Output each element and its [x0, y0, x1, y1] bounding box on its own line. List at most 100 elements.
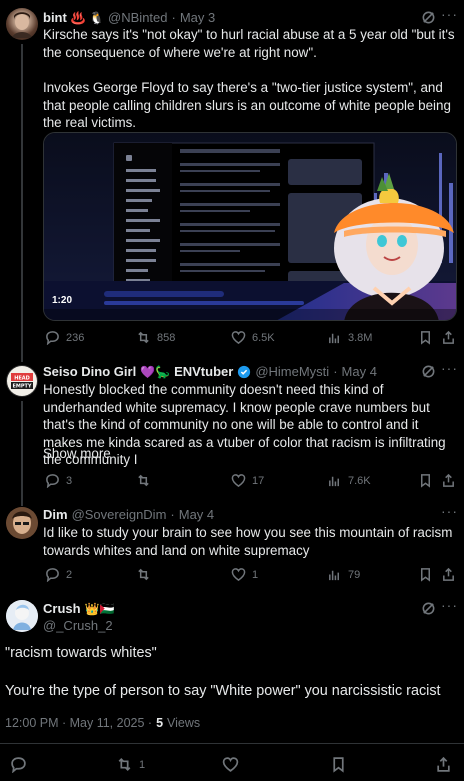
- tweet-date[interactable]: May 3: [180, 10, 215, 25]
- more-options-icon[interactable]: ···: [441, 597, 458, 613]
- reply-count: 236: [66, 331, 85, 344]
- tweet-actions: 1: [10, 756, 460, 774]
- show-more-link[interactable]: Show more: [43, 445, 111, 463]
- reply-icon: [11, 757, 26, 773]
- repost-count: 858: [157, 331, 176, 344]
- author-name-emoji: 💜🦕: [140, 364, 171, 379]
- thread-line: [21, 401, 23, 492]
- repost-button[interactable]: [136, 473, 157, 488]
- tweet-text: Kirsche says it's "not okay" to hurl rac…: [43, 27, 455, 60]
- tweet-date[interactable]: May 4: [179, 507, 214, 522]
- svg-text:EMPTY: EMPTY: [12, 384, 31, 390]
- author-name[interactable]: Crush: [43, 601, 81, 616]
- share-button[interactable]: [441, 567, 456, 582]
- tweet-timestamp[interactable]: 12:00 PM · May 11, 2025 ·: [5, 716, 152, 730]
- separator: ·: [170, 507, 175, 522]
- more-options-icon[interactable]: ···: [441, 360, 458, 376]
- tweet-header: bint ♨️ 🐧 @NBinted · May 3: [43, 10, 215, 25]
- avatar-seiso-image: HEAD EMPTY: [7, 366, 37, 396]
- views-button[interactable]: 79: [327, 567, 360, 582]
- tweet-date[interactable]: May 4: [342, 364, 377, 379]
- avatar-dim[interactable]: [6, 507, 38, 539]
- views-icon: [329, 570, 339, 581]
- verified-badge-icon: [237, 365, 251, 379]
- reply-count: 2: [66, 568, 73, 581]
- author-handle[interactable]: @_Crush_2: [43, 618, 113, 633]
- bookmark-button[interactable]: [418, 330, 433, 345]
- views-count: 7.6K: [348, 474, 371, 487]
- tweet-text-2: You're the type of person to say "White …: [5, 683, 441, 699]
- grok-icon[interactable]: [421, 364, 436, 379]
- more-options-icon[interactable]: ···: [441, 6, 458, 22]
- thread-line: [21, 44, 23, 352]
- reply-icon: [46, 474, 59, 488]
- author-name[interactable]: bint: [43, 10, 67, 25]
- author-emoji: ♨️ 🐧: [70, 10, 105, 25]
- repost-icon: [138, 474, 149, 487]
- repost-button[interactable]: [136, 567, 157, 582]
- tweet-actions: 3 17 7.6K: [43, 473, 459, 491]
- tweet-meta: 12:00 PM · May 11, 2025 · 5 Views: [5, 716, 200, 730]
- like-button[interactable]: 1: [231, 567, 258, 582]
- avatar-crush[interactable]: [6, 600, 38, 632]
- author-handle[interactable]: @NBinted: [108, 10, 167, 25]
- video-player[interactable]: 1:20: [43, 132, 457, 321]
- heart-icon: [231, 568, 246, 582]
- bookmark-button[interactable]: [330, 756, 347, 773]
- author-name-suffix[interactable]: ENVtuber: [174, 364, 233, 379]
- repost-icon: [138, 568, 149, 581]
- share-icon: [443, 330, 454, 344]
- reply-button[interactable]: [10, 756, 27, 773]
- author-name[interactable]: Dim: [43, 507, 68, 522]
- like-count: 6.5K: [252, 331, 275, 344]
- tweet-text: Id like to study your brain to see how y…: [43, 525, 453, 558]
- reply-button[interactable]: 2: [45, 567, 72, 582]
- svg-text:HEAD: HEAD: [14, 376, 30, 382]
- heart-icon: [222, 757, 239, 772]
- bookmark-icon: [421, 568, 430, 582]
- views-button[interactable]: 7.6K: [327, 473, 371, 488]
- tweet-text: "racism towards whites": [5, 645, 157, 661]
- more-options-icon[interactable]: ···: [441, 503, 458, 519]
- repost-button[interactable]: 1: [116, 756, 145, 773]
- tweet-text-2: Invokes George Floyd to say there's a "t…: [43, 80, 451, 131]
- grok-icon[interactable]: [421, 10, 436, 25]
- repost-count: 1: [139, 758, 146, 771]
- tweet-seiso-dino-girl[interactable]: HEAD EMPTY Seiso Dino Girl 💜🦕 ENVtuber @…: [0, 352, 464, 492]
- grok-icon[interactable]: [421, 601, 436, 616]
- avatar-bint[interactable]: [6, 8, 38, 40]
- bookmark-icon: [421, 474, 430, 488]
- reply-button[interactable]: 236: [45, 330, 84, 345]
- share-button[interactable]: [441, 330, 456, 345]
- share-icon: [437, 756, 450, 772]
- bookmark-icon: [333, 757, 344, 773]
- tweet-crush-focused: Crush 👑🇵🇸 @_Crush_2 ··· "racism towards …: [0, 588, 464, 781]
- views-button[interactable]: 3.8M: [327, 330, 372, 345]
- views-label: Views: [167, 716, 201, 730]
- bookmark-button[interactable]: [418, 473, 433, 488]
- avatar-bint-image: [12, 12, 32, 38]
- author-handle[interactable]: @SovereignDim: [72, 507, 167, 522]
- avatar-seiso-dino-girl[interactable]: HEAD EMPTY: [6, 365, 38, 397]
- repost-button[interactable]: 858: [136, 330, 175, 345]
- tweet-bint[interactable]: bint ♨️ 🐧 @NBinted · May 3 ··· Kirsche s…: [0, 0, 464, 352]
- divider: [0, 743, 464, 744]
- bookmark-button[interactable]: [418, 567, 433, 582]
- separator: ·: [171, 10, 176, 25]
- tweet-header: Crush 👑🇵🇸: [43, 601, 114, 616]
- repost-icon: [118, 757, 131, 772]
- author-name[interactable]: Seiso Dino Girl: [43, 364, 136, 379]
- like-button[interactable]: 6.5K: [231, 330, 275, 345]
- like-count: 1: [252, 568, 259, 581]
- thread-line-top: [21, 492, 23, 506]
- share-button[interactable]: [435, 756, 452, 773]
- video-timestamp: 1:20: [52, 295, 73, 306]
- reply-icon: [46, 568, 59, 582]
- share-button[interactable]: [441, 473, 456, 488]
- tweet-dim[interactable]: Dim @SovereignDim · May 4 ··· Id like to…: [0, 492, 464, 588]
- author-handle[interactable]: @HimeMysti: [255, 364, 329, 379]
- like-count: 17: [252, 474, 265, 487]
- like-button[interactable]: 17: [231, 473, 264, 488]
- reply-button[interactable]: 3: [45, 473, 72, 488]
- like-button[interactable]: [222, 756, 239, 773]
